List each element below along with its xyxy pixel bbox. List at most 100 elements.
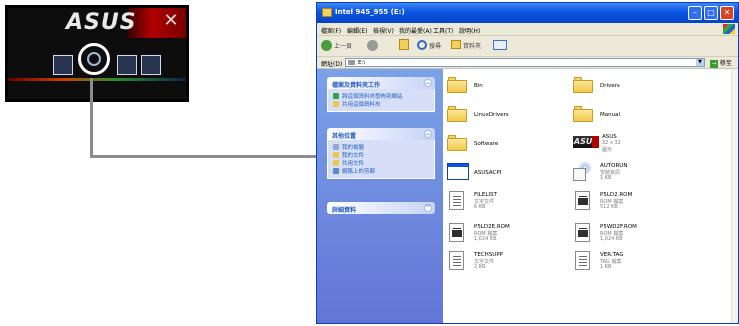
callout-line-horizontal <box>90 155 316 158</box>
file-item-asusacpi[interactable]: ASUSACPI <box>447 162 557 186</box>
task-link-my-documents[interactable]: 我的文件 <box>332 151 430 159</box>
file-folder-tasks: 檔案及資料夾工作 ︽ 將這個資料夾發佈到網站 共用這個資料夾 <box>327 77 435 112</box>
task-pane: 檔案及資料夾工作 ︽ 將這個資料夾發佈到網站 共用這個資料夾 其他位置 ︽ 我的… <box>317 69 443 323</box>
expand-chevron-icon[interactable]: ︾ <box>424 204 432 212</box>
asus-logo: ASUS <box>66 10 137 35</box>
autorun-icon <box>573 162 592 181</box>
file-item-ver-tag[interactable]: VER.TAG TAG 檔案 1 KB <box>573 251 683 277</box>
menu-tools[interactable]: 工具(T) <box>433 26 453 35</box>
asus-icon-file-icon: ASUS <box>573 136 599 148</box>
go-button-label: 移至 <box>719 60 732 67</box>
item-name: Drivers <box>600 83 620 89</box>
tools-icon[interactable] <box>117 55 137 75</box>
task-header[interactable]: 詳細資料 ︾ <box>327 202 435 214</box>
collapse-chevron-icon[interactable]: ︽ <box>424 79 432 87</box>
folder-item-manual[interactable]: Manual <box>573 104 683 128</box>
folder-item-bin[interactable]: Bin <box>447 75 557 99</box>
text-file-icon <box>449 251 464 270</box>
asus-cd-menu: ASUS ✕ <box>5 5 189 102</box>
item-size: 1,024 KB <box>600 236 623 242</box>
item-name: Bin <box>474 83 483 89</box>
item-size: 512 KB <box>600 204 618 210</box>
callout-line-vertical <box>90 78 93 158</box>
task-header-label: 詳細資料 <box>332 207 357 214</box>
chevron-down-icon[interactable]: ▼ <box>696 59 704 66</box>
details: 詳細資料 ︾ <box>327 202 435 214</box>
go-arrow-icon: → <box>710 60 718 68</box>
task-link-label: 網路上的芳鄰 <box>342 169 376 175</box>
rom-file-icon <box>449 223 464 242</box>
up-folder-icon[interactable] <box>399 39 409 50</box>
rom-file-icon <box>575 191 590 210</box>
shared-folder-icon <box>333 160 339 166</box>
rom-file-icon <box>575 223 590 242</box>
title-bar[interactable]: Intel 945_955 (E:) – □ ✕ <box>317 3 738 23</box>
task-header[interactable]: 其他位置 ︽ <box>327 128 435 140</box>
folders-icon[interactable] <box>451 40 461 49</box>
folder-icon <box>447 77 467 93</box>
item-size: 1 KB <box>600 264 612 270</box>
item-name: ASUSACPI <box>474 170 502 176</box>
close-button[interactable]: ✕ <box>720 6 734 20</box>
go-button[interactable]: → 移至 <box>710 58 732 68</box>
address-bar: 網址(D) E:\ ▼ → 移至 <box>317 57 738 69</box>
application-icon <box>447 163 469 180</box>
task-link-label: 共用這個資料夾 <box>342 102 381 108</box>
file-item-p5wd2f-rom[interactable]: P5WD2F.ROM ROM 檔案 1,024 KB <box>573 223 683 249</box>
collapse-chevron-icon[interactable]: ︽ <box>424 130 432 138</box>
file-item-autorun[interactable]: AUTORUN 安裝資訊 1 KB <box>573 162 683 188</box>
task-header[interactable]: 檔案及資料夾工作 ︽ <box>327 77 435 89</box>
item-name: Software <box>474 141 499 147</box>
task-link-network-places[interactable]: 網路上的芳鄰 <box>332 167 430 175</box>
highlight-circle <box>78 43 110 75</box>
task-header-label: 其他位置 <box>332 133 357 140</box>
document-icon[interactable] <box>141 55 161 75</box>
folder-item-drivers[interactable]: Drivers <box>573 75 683 99</box>
motherboard-info-icon[interactable] <box>53 55 73 75</box>
file-list: Bin Drivers LinuxDrivers Manual Software… <box>443 69 738 323</box>
file-item-p5ld2-rom[interactable]: P5LD2.ROM ROM 檔案 512 KB <box>573 191 683 217</box>
folder-item-linuxdrivers[interactable]: LinuxDrivers <box>447 104 557 128</box>
windows-logo-icon <box>723 24 735 34</box>
file-item-filelist[interactable]: FILELIST 文字文件 6 KB <box>447 191 557 217</box>
menu-help[interactable]: 說明(H) <box>459 26 480 35</box>
views-icon[interactable] <box>493 40 507 50</box>
menu-view[interactable]: 檢視(V) <box>373 26 394 35</box>
close-icon[interactable]: ✕ <box>162 12 180 30</box>
file-item-techsupp[interactable]: TECHSUPP 文字文件 2 KB <box>447 251 557 277</box>
file-item-p5ld2e-rom[interactable]: P5LD2E.ROM ROM 檔案 1,024 KB <box>447 223 557 249</box>
search-icon[interactable] <box>417 40 427 50</box>
address-label: 網址(D) <box>321 61 343 68</box>
maximize-button[interactable]: □ <box>704 6 718 20</box>
address-value: E:\ <box>358 60 366 66</box>
task-link-share[interactable]: 共用這個資料夾 <box>332 100 430 108</box>
folder-item-software[interactable]: Software <box>447 133 557 157</box>
item-size: 2 KB <box>474 264 486 270</box>
task-link-my-computer[interactable]: 我的電腦 <box>332 143 430 151</box>
back-button-label[interactable]: 上一頁 <box>334 41 352 50</box>
task-link-shared-documents[interactable]: 共用文件 <box>332 159 430 167</box>
computer-icon <box>333 144 339 150</box>
item-name: LinuxDrivers <box>474 112 509 118</box>
folder-icon <box>573 77 593 93</box>
file-item-asus-icon[interactable]: ASUS ASUS 32 x 32 圖示 <box>573 133 683 159</box>
menu-edit[interactable]: 編輯(E) <box>347 26 367 35</box>
minimize-button[interactable]: – <box>688 6 702 20</box>
forward-arrow-icon[interactable] <box>367 40 378 51</box>
address-input[interactable]: E:\ ▼ <box>345 58 705 67</box>
drive-icon <box>322 8 332 17</box>
network-icon <box>333 168 339 174</box>
text-file-icon <box>449 191 464 210</box>
tag-file-icon <box>575 251 590 270</box>
menu-file[interactable]: 檔案(F) <box>321 26 341 35</box>
folders-button-label[interactable]: 資料夾 <box>463 41 481 50</box>
task-link-publish[interactable]: 將這個資料夾發佈到網站 <box>332 92 430 100</box>
item-size: 1 KB <box>600 175 612 181</box>
back-arrow-icon[interactable] <box>321 40 332 51</box>
folder-icon <box>573 106 593 122</box>
window-title: Intel 945_955 (E:) <box>335 8 405 16</box>
vertical-scrollbar[interactable] <box>731 69 738 323</box>
other-places: 其他位置 ︽ 我的電腦 我的文件 共用文件 網路上的芳鄰 <box>327 128 435 179</box>
search-button-label[interactable]: 搜尋 <box>429 41 441 50</box>
menu-favorites[interactable]: 我的最愛(A) <box>399 26 432 35</box>
